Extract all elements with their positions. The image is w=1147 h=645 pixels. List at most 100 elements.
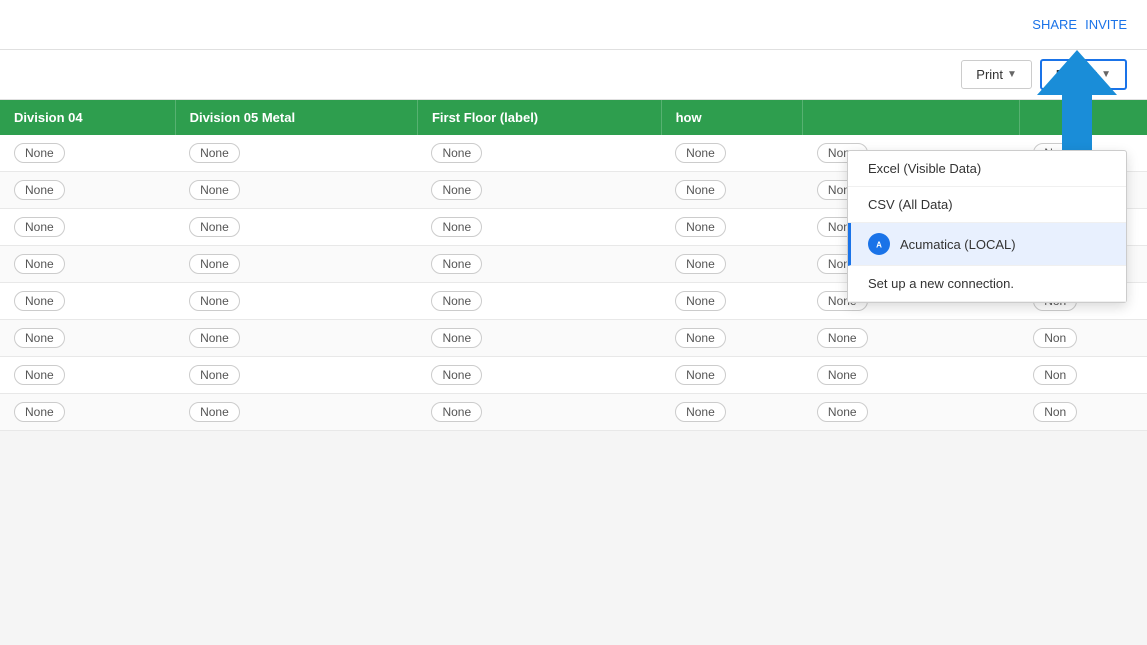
table-cell: None [661, 172, 803, 209]
table-cell: None [661, 135, 803, 172]
none-badge: None [14, 254, 65, 274]
none-badge: None [431, 328, 482, 348]
table-cell: None [0, 209, 175, 246]
acumatica-icon: A [868, 233, 890, 255]
none-badge: None [189, 217, 240, 237]
none-badge: None [189, 328, 240, 348]
none-badge: None [675, 180, 726, 200]
none-badge: None [14, 328, 65, 348]
none-badge: None [14, 365, 65, 385]
table-cell: None [417, 209, 661, 246]
none-badge: None [675, 402, 726, 422]
none-badge: None [189, 365, 240, 385]
none-badge: None [189, 291, 240, 311]
col-5 [803, 100, 1019, 135]
none-badge: None [675, 365, 726, 385]
table-header-row: Division 04 Division 05 Metal First Floo… [0, 100, 1147, 135]
table-cell: None [175, 357, 417, 394]
table-cell: None [417, 135, 661, 172]
svg-text:A: A [876, 241, 882, 250]
acumatica-label: Acumatica (LOCAL) [900, 237, 1016, 252]
print-label: Print [976, 67, 1003, 82]
none-badge: None [189, 402, 240, 422]
invite-link[interactable]: INVITE [1085, 17, 1127, 32]
table-cell: None [0, 283, 175, 320]
none-badge: None [675, 328, 726, 348]
table-cell: None [417, 320, 661, 357]
dropdown-setup[interactable]: Set up a new connection. [848, 266, 1126, 302]
dropdown-acumatica[interactable]: A Acumatica (LOCAL) [848, 223, 1126, 266]
table-row: None None None None None Non [0, 320, 1147, 357]
table-cell: None [417, 283, 661, 320]
table-cell: None [661, 209, 803, 246]
table-cell: None [803, 394, 1019, 431]
table-cell: None [417, 246, 661, 283]
table-cell: None [417, 357, 661, 394]
table-cell: None [175, 246, 417, 283]
table-cell: None [175, 209, 417, 246]
col-div04: Division 04 [0, 100, 175, 135]
table-cell: None [0, 135, 175, 172]
toolbar: Print ▼ Export ▼ Excel (Visible Data) CS… [0, 50, 1147, 100]
none-badge: None [431, 365, 482, 385]
table-cell: None [417, 172, 661, 209]
table-row: None None None None None Non [0, 394, 1147, 431]
export-button[interactable]: Export ▼ [1040, 59, 1127, 90]
share-link[interactable]: SHARE [1032, 17, 1077, 32]
none-badge: None [431, 217, 482, 237]
table-cell: None [661, 283, 803, 320]
table-cell: None [175, 320, 417, 357]
none-badge: None [675, 254, 726, 274]
none-badge: None [817, 402, 868, 422]
none-badge: None [675, 291, 726, 311]
export-caret: ▼ [1101, 69, 1111, 80]
table-cell: Non [1019, 320, 1147, 357]
table-cell: None [661, 320, 803, 357]
none-badge: None [431, 143, 482, 163]
dropdown-excel[interactable]: Excel (Visible Data) [848, 151, 1126, 187]
export-label: Export [1056, 67, 1097, 82]
table-cell: None [0, 320, 175, 357]
table-cell: Non [1019, 394, 1147, 431]
col-how: how [661, 100, 803, 135]
none-badge: None [14, 180, 65, 200]
none-badge: None [431, 402, 482, 422]
table-cell: None [661, 246, 803, 283]
none-badge: None [14, 143, 65, 163]
export-dropdown: Excel (Visible Data) CSV (All Data) A Ac… [847, 150, 1127, 303]
none-badge: None [14, 291, 65, 311]
table-cell: None [175, 283, 417, 320]
table-cell: None [175, 172, 417, 209]
table-cell: None [0, 172, 175, 209]
table-row: None None None None None Non [0, 357, 1147, 394]
col-6 [1019, 100, 1147, 135]
table-cell: None [661, 394, 803, 431]
dropdown-csv[interactable]: CSV (All Data) [848, 187, 1126, 223]
none-badge: None [189, 143, 240, 163]
none-badge: None [189, 254, 240, 274]
print-button[interactable]: Print ▼ [961, 60, 1032, 89]
toolbar-buttons: Print ▼ Export ▼ [961, 59, 1127, 90]
col-firstfloor: First Floor (label) [417, 100, 661, 135]
table-cell: Non [1019, 357, 1147, 394]
table-cell: None [417, 394, 661, 431]
none-badge: None [14, 217, 65, 237]
none-badge: None [817, 365, 868, 385]
none-badge: None [431, 291, 482, 311]
col-div05: Division 05 Metal [175, 100, 417, 135]
table-cell: None [0, 357, 175, 394]
none-badge: Non [1033, 365, 1077, 385]
none-badge: None [431, 254, 482, 274]
table-cell: None [175, 394, 417, 431]
none-badge: Non [1033, 328, 1077, 348]
table-cell: None [803, 320, 1019, 357]
none-badge: None [14, 402, 65, 422]
table-cell: None [803, 357, 1019, 394]
table-cell: None [175, 135, 417, 172]
top-bar: SHARE INVITE [0, 0, 1147, 50]
table-cell: None [0, 246, 175, 283]
none-badge: None [817, 328, 868, 348]
top-bar-actions: SHARE INVITE [1032, 17, 1127, 32]
none-badge: None [431, 180, 482, 200]
table-cell: None [0, 394, 175, 431]
